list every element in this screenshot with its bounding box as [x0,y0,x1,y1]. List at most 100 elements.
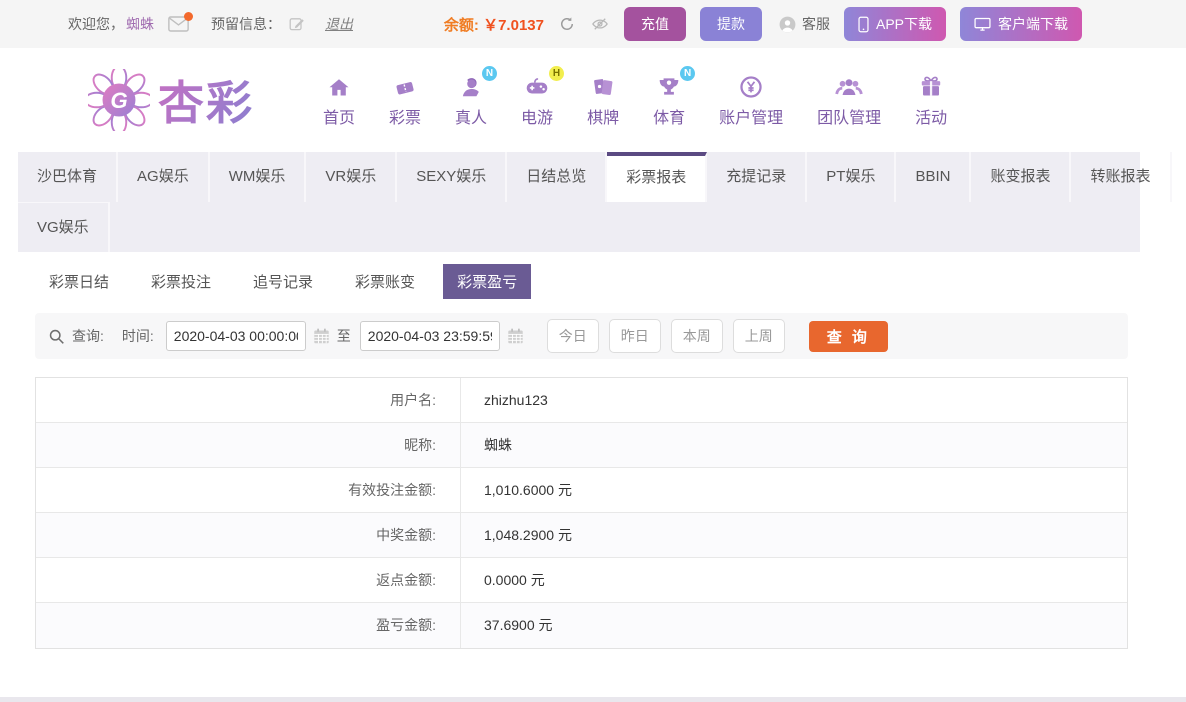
tab-转账报表[interactable]: 转账报表 [1071,152,1172,202]
tab-充提记录[interactable]: 充提记录 [707,152,808,202]
row-label: 用户名: [36,378,461,422]
nav-item-棋牌[interactable]: 棋牌 [570,72,636,128]
row-value: 37.6900 元 [484,617,553,633]
start-datetime-input[interactable] [165,321,306,351]
deposit-button[interactable]: 充值 [623,7,686,41]
team-icon [834,72,864,100]
trophy-icon: N [656,66,696,100]
welcome-prefix: 欢迎您， [68,16,124,32]
tab-VR娱乐[interactable]: VR娱乐 [306,152,398,202]
table-row: 用户名: zhizhu123 [36,378,1127,423]
tab-WM娱乐[interactable]: WM娱乐 [210,152,307,202]
quick-range-上周[interactable]: 上周 [732,319,785,353]
profit-report-table: 用户名: zhizhu123 昵称: 蜘蛛 有效投注金额: 1,010.6000 元中奖金… [35,377,1128,649]
site-logo[interactable]: G 杏彩 [88,67,254,133]
tab-SEXY娱乐[interactable]: SEXY娱乐 [397,152,508,202]
row-label: 盈亏金额: [36,603,461,648]
calendar-icon-end[interactable] [507,328,524,345]
row-label: 有效投注金额: [36,468,461,512]
quick-range-昨日[interactable]: 昨日 [608,319,661,353]
tab-日结总览[interactable]: 日结总览 [507,152,608,202]
tab-VG娱乐[interactable]: VG娱乐 [18,202,110,252]
tab-账变报表[interactable]: 账变报表 [971,152,1072,202]
monitor-icon [974,17,991,31]
client-download-button[interactable]: 客户端下载 [960,7,1082,41]
withdraw-button[interactable]: 提款 [699,7,762,41]
query-label: 查询: [72,328,104,344]
nav-item-活动[interactable]: 活动 [898,72,964,128]
tab-沙巴体育[interactable]: 沙巴体育 [18,152,119,202]
refresh-balance-icon[interactable] [558,15,576,33]
notification-dot [184,12,193,21]
nav-item-团队管理[interactable]: 团队管理 [800,72,898,128]
subtab-彩票投注[interactable]: 彩票投注 [137,264,225,299]
table-row: 返点金额: 0.0000 元 [36,558,1127,603]
balance-value: ￥7.0137 [483,16,544,34]
lottery-subtabs: 彩票日结 彩票投注 追号记录 彩票账变 彩票盈亏 [18,252,1140,299]
edit-icon[interactable] [289,16,305,32]
content-area: 彩票日结彩票投注追号记录彩票账变彩票盈亏 查询: 时间: 至 今日昨日本周上周 … [18,252,1140,649]
phone-icon [858,16,869,32]
footer-strip [0,697,1186,702]
nav-item-真人[interactable]: N 真人 [438,66,504,128]
nav-item-体育[interactable]: N 体育 [636,66,702,128]
tab-彩票报表[interactable]: 彩票报表 [607,152,708,202]
nav-label: 真人 [455,110,488,127]
tabs-row-1: 沙巴体育 AG娱乐 WM娱乐 VR娱乐 SEXY娱乐 日结总览 彩票报表 充提记录 PT娱乐 BB… [18,152,1172,202]
report-tabs: 沙巴体育 AG娱乐 WM娱乐 VR娱乐 SEXY娱乐 日结总览 彩票报表 充提记录 PT娱乐 BB… [18,152,1172,252]
nav-item-首页[interactable]: 首页 [306,72,372,128]
gift-icon [918,72,944,100]
range-separator: 至 [336,328,351,344]
tabs-row-2: VG娱乐 [18,202,1140,252]
subtab-追号记录[interactable]: 追号记录 [239,264,327,299]
balance-label: 余额: [443,16,479,34]
search-icon [48,328,65,345]
tab-PT娱乐[interactable]: PT娱乐 [807,152,897,202]
nav-item-账户管理[interactable]: 账户管理 [702,72,800,128]
customer-service-link[interactable]: 客服 [778,14,830,34]
app-download-label: APP下载 [875,16,932,32]
table-row: 有效投注金额: 1,010.6000 元 [36,468,1127,513]
end-datetime-input[interactable] [359,321,500,351]
row-label: 返点金额: [36,558,461,602]
row-value: 蜘蛛 [484,437,512,453]
calendar-icon-start[interactable] [313,328,330,345]
query-bar: 查询: 时间: 至 今日昨日本周上周 查 询 [35,313,1128,359]
app-download-button[interactable]: APP下载 [843,7,946,41]
badge-H: H [549,66,565,81]
nav-label: 电游 [521,110,554,127]
logo-flower-icon: G [88,69,150,131]
tab-BBIN[interactable]: BBIN [896,152,972,202]
tab-AG娱乐[interactable]: AG娱乐 [118,152,210,202]
username-link[interactable]: 蜘蛛 [126,14,154,34]
subtab-彩票盈亏[interactable]: 彩票盈亏 [443,264,532,299]
badge-N: N [680,66,696,81]
topbar: 欢迎您， 蜘蛛 预留信息： 退出 余额: ￥7.0137 充值 提款 客服 AP… [0,0,1186,48]
service-avatar-icon [779,16,796,32]
row-value: zhizhu123 [484,392,548,408]
subtab-彩票日结[interactable]: 彩票日结 [35,264,123,299]
nav-item-彩票[interactable]: 彩票 [372,72,438,128]
nav-label: 账户管理 [719,110,784,127]
client-download-label: 客户端下载 [998,16,1068,32]
row-value: 1,010.6000 元 [484,482,572,498]
nav-item-电游[interactable]: H 电游 [504,66,570,128]
quick-range-今日[interactable]: 今日 [546,319,599,353]
quick-range-buttons: 今日 昨日 本周 上周 [531,319,785,353]
logo-text: 杏彩 [158,67,254,133]
hide-balance-icon[interactable] [590,15,610,33]
account-coin-icon [738,72,764,100]
row-label: 中奖金额: [36,513,461,557]
nav-label: 棋牌 [587,110,620,127]
welcome-message: 欢迎您， 蜘蛛 [68,14,154,34]
ticket-icon [392,72,418,100]
gamepad-icon: H [523,66,565,100]
quick-range-本周[interactable]: 本周 [670,319,723,353]
search-submit-button[interactable]: 查 询 [808,320,888,352]
tab-余额查询[interactable]: 余额查询 [1172,152,1186,202]
nav-label: 体育 [653,110,686,127]
subtab-彩票账变[interactable]: 彩票账变 [341,264,429,299]
live-person-icon: N [458,66,498,100]
logout-link[interactable]: 退出 [325,14,353,34]
mail-icon[interactable] [168,12,193,32]
